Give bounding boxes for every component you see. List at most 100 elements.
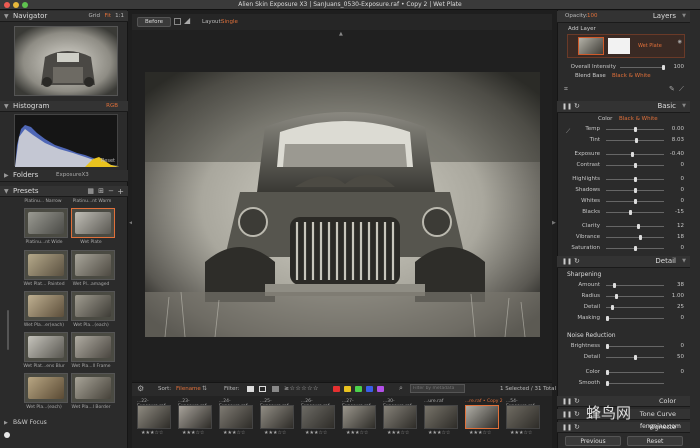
reset-icon[interactable]: ↻ [574, 397, 580, 405]
slider-track[interactable] [606, 177, 664, 182]
star-rating[interactable]: ★★★☆☆ [346, 430, 368, 436]
preset-thumbnail[interactable] [24, 208, 68, 238]
preset-list-view-icon[interactable]: ⊞ [98, 186, 104, 197]
blend-base-select[interactable]: Black & White [612, 73, 651, 79]
slider-track[interactable] [606, 127, 664, 132]
filmstrip-thumbnail[interactable] [137, 405, 171, 429]
close-window-button[interactable] [4, 2, 10, 8]
slider-track[interactable] [606, 188, 664, 193]
slider-track[interactable] [606, 224, 664, 229]
slider-knob[interactable] [662, 65, 665, 70]
preset-thumbnail[interactable] [71, 291, 115, 321]
filmstrip-thumbnail[interactable] [178, 405, 212, 429]
previous-button[interactable]: Previous [565, 436, 621, 446]
filmstrip-thumbnail-selected[interactable] [465, 405, 499, 429]
minimize-window-button[interactable] [13, 2, 19, 8]
slider-knob[interactable] [633, 355, 637, 360]
slider-knob[interactable] [614, 294, 618, 299]
zoom-grid-button[interactable]: Grid [88, 11, 100, 22]
slider-track[interactable] [606, 246, 664, 251]
preset-thumbnail[interactable] [71, 250, 115, 280]
slider-knob[interactable] [605, 316, 609, 321]
preset-grid-view-icon[interactable]: ▦ [87, 186, 94, 197]
star-rating[interactable]: ★★★☆☆ [223, 430, 245, 436]
slider-track[interactable] [606, 283, 664, 288]
preset-search-icon[interactable] [4, 432, 10, 438]
star-rating[interactable]: ★★★☆☆ [469, 430, 491, 436]
adjustment-slider[interactable]: Highlights 0 [568, 175, 684, 184]
slider-track[interactable] [605, 316, 664, 321]
color-label-filter[interactable] [377, 386, 384, 392]
sort-select[interactable]: Filename [176, 386, 201, 392]
slider-knob[interactable] [633, 163, 637, 168]
filmstrip-thumbnail[interactable] [506, 405, 540, 429]
pause-icon[interactable]: ❚❚ [562, 424, 572, 431]
slider-knob[interactable] [633, 246, 637, 251]
slider-knob[interactable] [633, 188, 637, 193]
slider-knob[interactable] [613, 283, 617, 288]
star-rating[interactable]: ★★★☆☆ [182, 430, 204, 436]
slider-knob[interactable] [634, 138, 638, 143]
before-button[interactable]: Before [137, 17, 171, 27]
presets-header[interactable]: ▼ Presets ▦ ⊞ − + [0, 186, 128, 197]
histogram-mode-select[interactable]: RGB [106, 101, 118, 112]
reset-icon[interactable]: ↻ [574, 102, 580, 110]
filmstrip-thumbnail[interactable] [383, 405, 417, 429]
unflagged-filter-icon[interactable] [259, 386, 266, 392]
color-label-filter[interactable] [366, 386, 373, 392]
main-photo[interactable] [145, 72, 540, 337]
zoom-window-button[interactable] [22, 2, 28, 8]
sort-direction-icon[interactable]: ⇅ [202, 385, 207, 392]
layer-mask-thumbnail[interactable] [608, 38, 630, 54]
adjustment-slider[interactable]: Exposure -0.40 [568, 150, 684, 159]
preset-add-icon[interactable]: + [117, 186, 124, 197]
filmstrip-thumbnail[interactable] [424, 405, 458, 429]
slider-track[interactable] [606, 152, 664, 157]
adjustment-slider[interactable]: Clarity 12 [568, 222, 684, 231]
slider-knob[interactable] [633, 199, 637, 204]
flag-filter-icon[interactable] [247, 386, 254, 392]
histogram-reset-button[interactable]: Reset [101, 158, 115, 164]
slider-track[interactable] [605, 381, 664, 386]
brush-icon[interactable]: ✎ [669, 86, 675, 93]
color-label-filter[interactable] [355, 386, 362, 392]
filmstrip-thumbnail[interactable] [260, 405, 294, 429]
star-rating[interactable]: ★★★☆☆ [141, 430, 163, 436]
crop-icon[interactable]: ⌗ [564, 86, 568, 93]
preset-thumbnail-selected[interactable] [71, 208, 115, 238]
star-filter-stars[interactable]: ≥☆☆☆☆☆ [284, 385, 319, 392]
navigator-preview[interactable] [14, 26, 118, 96]
slider-track[interactable] [606, 294, 664, 299]
collapse-triangle-icon[interactable]: ▼ [682, 13, 686, 19]
metadata-filter-input[interactable] [410, 384, 465, 393]
star-rating[interactable]: ★★★☆☆ [387, 430, 409, 436]
pause-icon[interactable]: ❚❚ [562, 411, 572, 418]
slider-knob[interactable] [633, 127, 637, 132]
add-layer-button[interactable]: Add Layer [568, 26, 596, 32]
slider-track[interactable] [605, 344, 664, 349]
star-rating[interactable]: ★★★☆☆ [305, 430, 327, 436]
adjustment-slider[interactable]: Temp 0.00 [568, 125, 684, 134]
color-label-filter[interactable] [333, 386, 340, 392]
slider-track[interactable] [605, 370, 664, 375]
histogram-header[interactable]: ▼ Histogram RGB [0, 101, 128, 112]
adjustment-slider[interactable]: Masking 0 [568, 314, 684, 323]
slider-track[interactable] [606, 305, 664, 310]
opacity-value[interactable]: 100 [587, 13, 598, 19]
basic-header[interactable]: ❚❚ ↻ Basic ▼ [557, 101, 690, 113]
filmstrip-thumbnail[interactable] [342, 405, 376, 429]
adjustment-slider[interactable]: Detail 25 [568, 303, 684, 312]
filmstrip-thumbnail[interactable] [301, 405, 335, 429]
rejected-filter-icon[interactable] [272, 386, 279, 392]
layout-select[interactable]: Single [221, 19, 238, 25]
slider-knob[interactable] [605, 381, 609, 386]
star-rating[interactable]: ★★★☆☆ [428, 430, 450, 436]
filmstrip-thumbnail[interactable] [219, 405, 253, 429]
detail-header[interactable]: ❚❚ ↻ Detail ▼ [557, 256, 690, 268]
pause-icon[interactable]: ❚❚ [562, 103, 572, 110]
slider-knob[interactable] [611, 305, 615, 310]
adjustment-slider[interactable]: Brightness 0 [568, 342, 684, 351]
slider-track[interactable] [606, 199, 664, 204]
slider-knob[interactable] [628, 210, 632, 215]
star-rating[interactable]: ★★★☆☆ [510, 430, 532, 436]
